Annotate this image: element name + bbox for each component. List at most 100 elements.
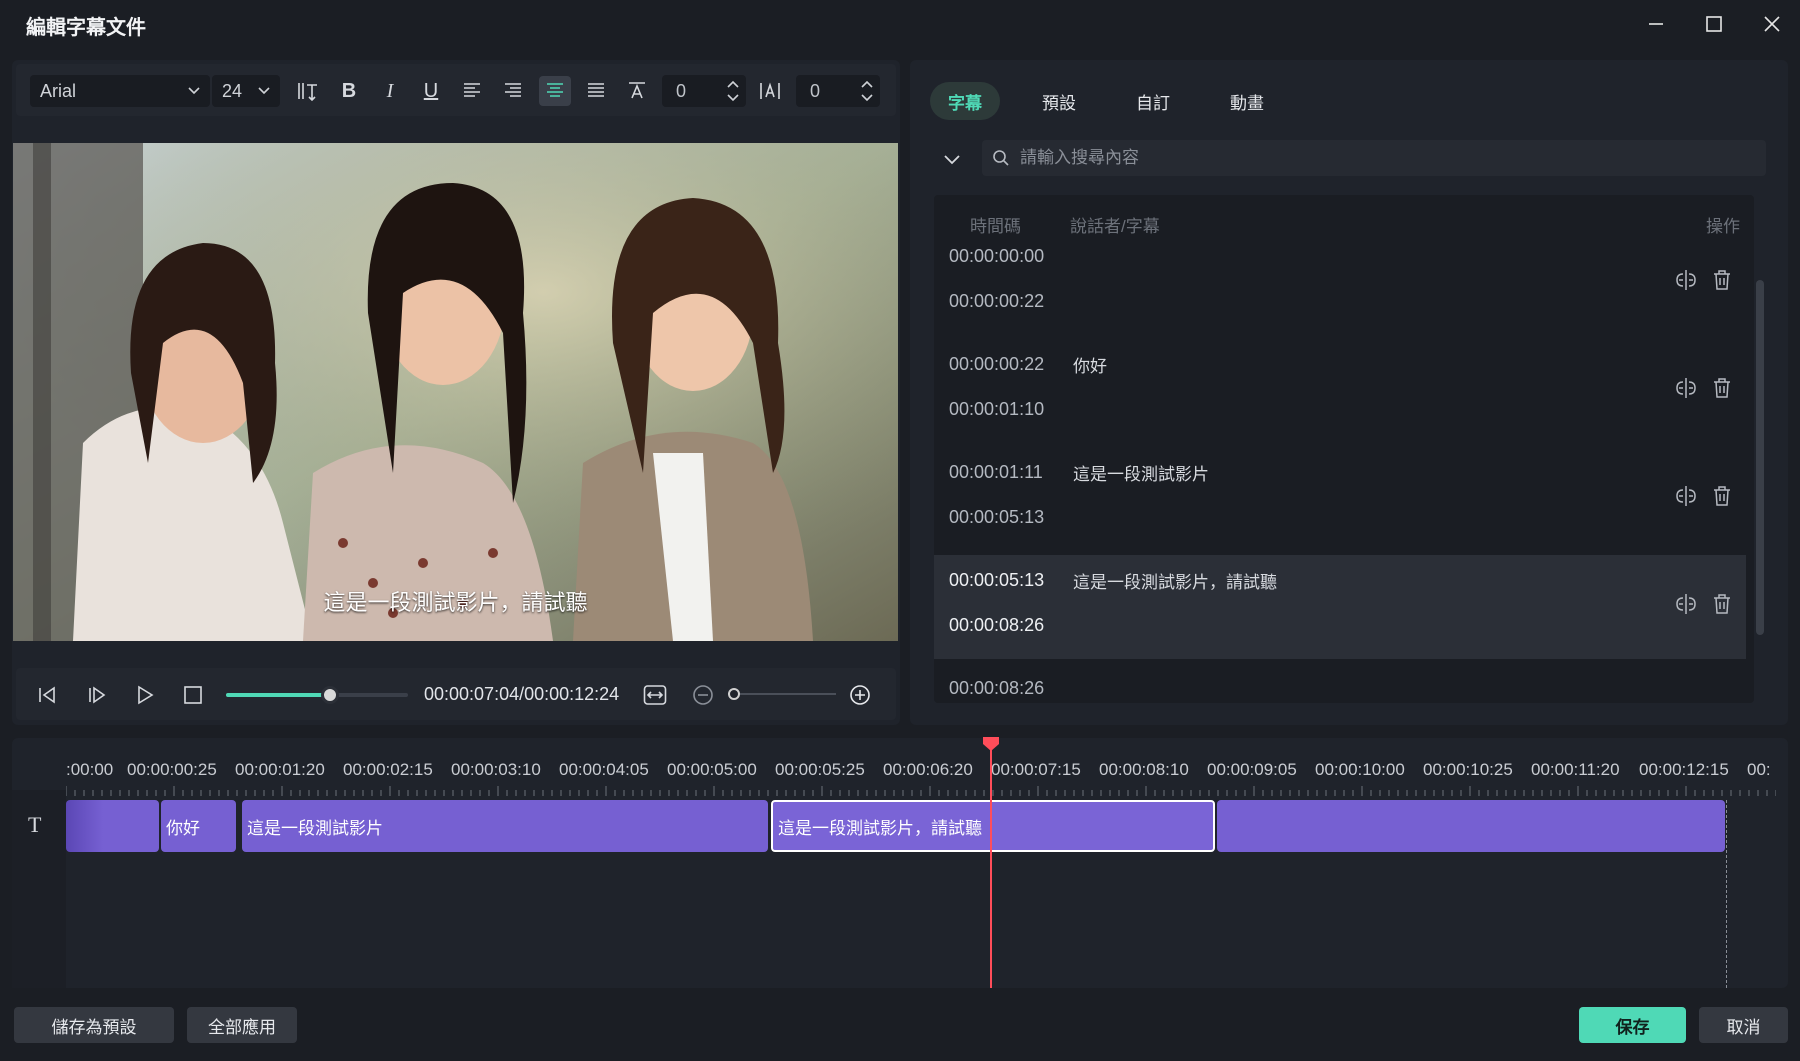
tab-custom[interactable]: 自訂 [1118, 82, 1188, 120]
italic-button[interactable]: I [374, 76, 406, 106]
chevron-down-icon [188, 87, 200, 95]
tab-animation[interactable]: 動畫 [1212, 82, 1282, 120]
line-spacing-icon [760, 82, 780, 99]
zoom-handle[interactable] [728, 688, 740, 700]
playhead[interactable] [990, 742, 992, 988]
split-button[interactable] [1672, 590, 1700, 618]
ruler-label: 00:00:04:05 [559, 760, 649, 779]
delete-button[interactable] [1708, 482, 1736, 510]
chevron-down-icon [258, 87, 270, 95]
prev-frame-icon [39, 686, 55, 704]
save-as-preset-button[interactable]: 儲存為預設 [14, 1007, 174, 1043]
maximize-button[interactable] [1696, 8, 1732, 40]
title-bar [0, 0, 1800, 48]
justify-button[interactable] [580, 76, 612, 106]
zoom-out-button[interactable] [688, 680, 718, 710]
letter-spacing-input[interactable]: 0 [662, 75, 746, 107]
zoom-slider[interactable] [728, 693, 836, 695]
start-time[interactable]: 00:00:05:13 [949, 570, 1044, 591]
cancel-button[interactable]: 取消 [1699, 1007, 1788, 1043]
tab-presets[interactable]: 預設 [1024, 82, 1094, 120]
playhead-handle[interactable] [982, 736, 1000, 752]
spinner-icon [861, 80, 873, 102]
end-time[interactable]: 00:00:01:10 [949, 399, 1044, 420]
start-time[interactable]: 00:00:01:11 [949, 462, 1043, 483]
tab-subtitles[interactable]: 字幕 [930, 82, 1000, 120]
ruler-label: :00:00 [66, 760, 114, 779]
fit-button[interactable] [640, 680, 670, 710]
next-frame-button[interactable] [82, 680, 112, 710]
italic-icon: I [386, 79, 394, 102]
align-left-icon [464, 83, 480, 97]
subtitle-text[interactable]: 這是一段測試影片 [1073, 460, 1209, 485]
list-item[interactable] [934, 348, 1746, 452]
split-button[interactable] [1672, 374, 1700, 402]
maximize-icon [1706, 16, 1722, 32]
delete-button[interactable] [1708, 266, 1736, 294]
ruler-label: 00:00:10:00 [1315, 760, 1405, 779]
font-size-select[interactable]: 24 [212, 75, 280, 107]
text-track-icon: T [28, 812, 42, 837]
line-spacing-button[interactable] [754, 76, 786, 106]
collapse-button[interactable] [938, 146, 966, 172]
end-time[interactable]: 00:00:05:13 [949, 507, 1044, 528]
video-preview[interactable] [13, 143, 898, 641]
timeline-ruler[interactable] [66, 786, 1776, 796]
subtitle-clip[interactable]: 你好 [161, 800, 236, 852]
close-button[interactable] [1754, 8, 1790, 40]
align-center-button[interactable] [539, 76, 571, 106]
subtitle-clip[interactable] [66, 800, 159, 852]
delete-button[interactable] [1708, 590, 1736, 618]
text-direction-button[interactable] [292, 76, 324, 106]
zoom-out-icon [693, 685, 713, 705]
trash-icon [1714, 270, 1730, 290]
search-icon [993, 150, 1009, 166]
zoom-in-icon [850, 685, 870, 705]
video-frame-image [13, 143, 898, 641]
prev-frame-button[interactable] [32, 680, 62, 710]
list-item[interactable] [934, 456, 1746, 560]
subtitle-clip-selected[interactable]: 這是一段測試影片，請試聽 [771, 800, 1215, 852]
save-button[interactable]: 保存 [1579, 1007, 1686, 1043]
justify-icon [588, 83, 604, 97]
timeline-end-marker [1726, 800, 1727, 988]
subtitle-text[interactable]: 你好 [1073, 352, 1107, 377]
progress-handle[interactable] [320, 686, 339, 704]
split-button[interactable] [1672, 266, 1700, 294]
bold-button[interactable]: B [333, 76, 365, 106]
split-button[interactable] [1672, 482, 1700, 510]
align-right-button[interactable] [497, 76, 529, 106]
apply-all-button[interactable]: 全部應用 [187, 1007, 297, 1043]
start-time[interactable]: 00:00:00:00 [949, 246, 1044, 267]
subtitle-text[interactable]: 這是一段測試影片，請試聽 [1073, 568, 1277, 593]
column-header-action: 操作 [1706, 217, 1740, 236]
ruler-label: 00:00:00:25 [127, 760, 217, 779]
subtitle-clip[interactable] [1217, 800, 1725, 852]
font-family-select[interactable]: Arial [30, 75, 210, 107]
list-scrollbar[interactable] [1756, 280, 1764, 635]
ruler-label: 00:00:01:20 [235, 760, 325, 779]
stop-button[interactable] [178, 680, 208, 710]
end-time[interactable]: 00:00:08:26 [949, 615, 1044, 636]
delete-button[interactable] [1708, 374, 1736, 402]
list-item[interactable] [934, 240, 1746, 344]
align-left-button[interactable] [456, 76, 488, 106]
minimize-button[interactable] [1638, 8, 1674, 40]
letter-spacing-button[interactable] [621, 76, 653, 106]
ruler-label: 00:00:05:00 [667, 760, 757, 779]
line-spacing-input[interactable]: 0 [796, 75, 880, 107]
ruler-label: 00:00:02:15 [343, 760, 433, 779]
start-time[interactable]: 00:00:00:22 [949, 354, 1044, 375]
play-button[interactable] [130, 680, 160, 710]
subtitle-clip[interactable]: 這是一段測試影片 [242, 800, 768, 852]
end-time[interactable]: 00:00:00:22 [949, 291, 1044, 312]
zoom-in-button[interactable] [845, 680, 875, 710]
ruler-label: 00:00:12:15 [1639, 760, 1729, 779]
list-item-selected[interactable] [934, 555, 1746, 659]
underline-button[interactable]: U [415, 76, 447, 106]
ruler-label: 00: [1747, 760, 1771, 779]
start-time[interactable]: 00:00:08:26 [949, 678, 1044, 699]
trash-icon [1714, 486, 1730, 506]
ruler-label: 00:00:05:25 [775, 760, 865, 779]
search-input[interactable] [1020, 146, 1720, 170]
